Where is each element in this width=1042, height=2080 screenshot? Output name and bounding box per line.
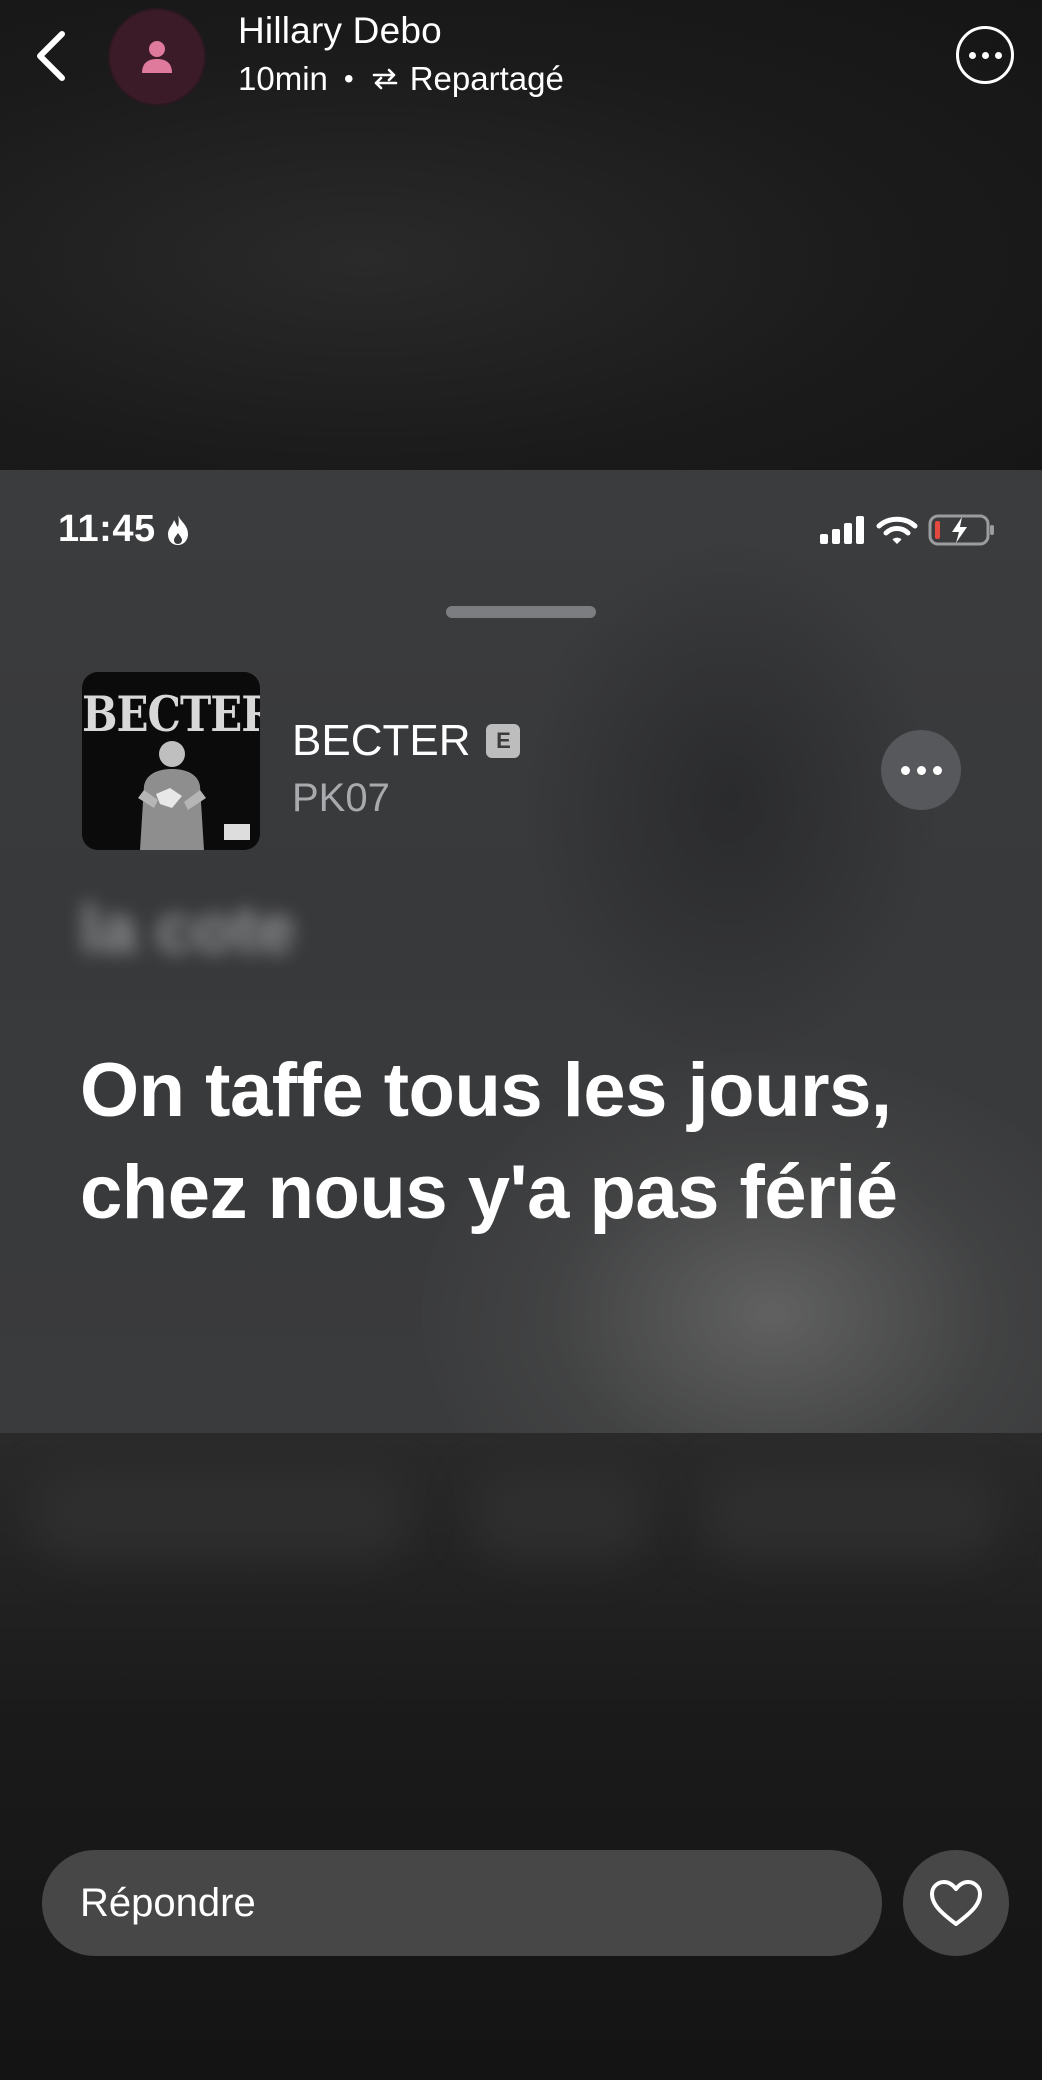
previous-lyric-line: la cote: [80, 891, 296, 967]
track-title: BECTER: [292, 716, 471, 765]
track-more-button[interactable]: [881, 730, 961, 810]
time-ago: 10min: [238, 60, 328, 97]
more-horizontal-icon: [900, 765, 910, 775]
reply-input[interactable]: [78, 1879, 842, 1927]
blurred-background: [700, 1470, 1000, 1560]
album-cover[interactable]: BECTER: [82, 672, 260, 850]
more-options-button[interactable]: [956, 26, 1014, 84]
person-icon: [142, 41, 172, 73]
parental-advisory-label: [224, 824, 250, 840]
blurred-background: [470, 1470, 650, 1560]
status-bar-indicators: [820, 514, 996, 546]
cellular-signal-icon: [820, 516, 864, 544]
like-button[interactable]: [903, 1850, 1009, 1956]
sheet-grabber[interactable]: [446, 606, 596, 618]
blurred-background: [30, 1470, 410, 1560]
track-artist: PK07: [292, 776, 390, 820]
chevron-left-icon: [37, 31, 65, 81]
heart-icon: [930, 1880, 982, 1926]
post-meta: 10min • Repartagé: [238, 60, 564, 98]
shared-music-card[interactable]: 11:45 BECTER BECTER E PK07 la cote On ta…: [0, 470, 1042, 1433]
avatar[interactable]: [108, 8, 206, 106]
wifi-icon: [876, 516, 918, 544]
meta-separator: •: [343, 63, 354, 94]
shared-label: Repartagé: [409, 60, 564, 97]
status-bar-time: 11:45: [58, 508, 192, 551]
current-lyric-line: On taffe tous les jours, chez nous y'a p…: [80, 1048, 898, 1235]
more-horizontal-icon: [968, 51, 976, 59]
reply-field[interactable]: [42, 1850, 882, 1956]
user-name[interactable]: Hillary Debo: [238, 10, 442, 52]
repost-icon: [370, 66, 400, 92]
battery-icon: [928, 514, 994, 546]
back-button[interactable]: [22, 22, 78, 90]
cover-artwork: [138, 741, 206, 850]
track-title-row: BECTER E: [292, 716, 521, 766]
flame-icon: [167, 514, 188, 545]
explicit-badge: E: [486, 724, 521, 758]
